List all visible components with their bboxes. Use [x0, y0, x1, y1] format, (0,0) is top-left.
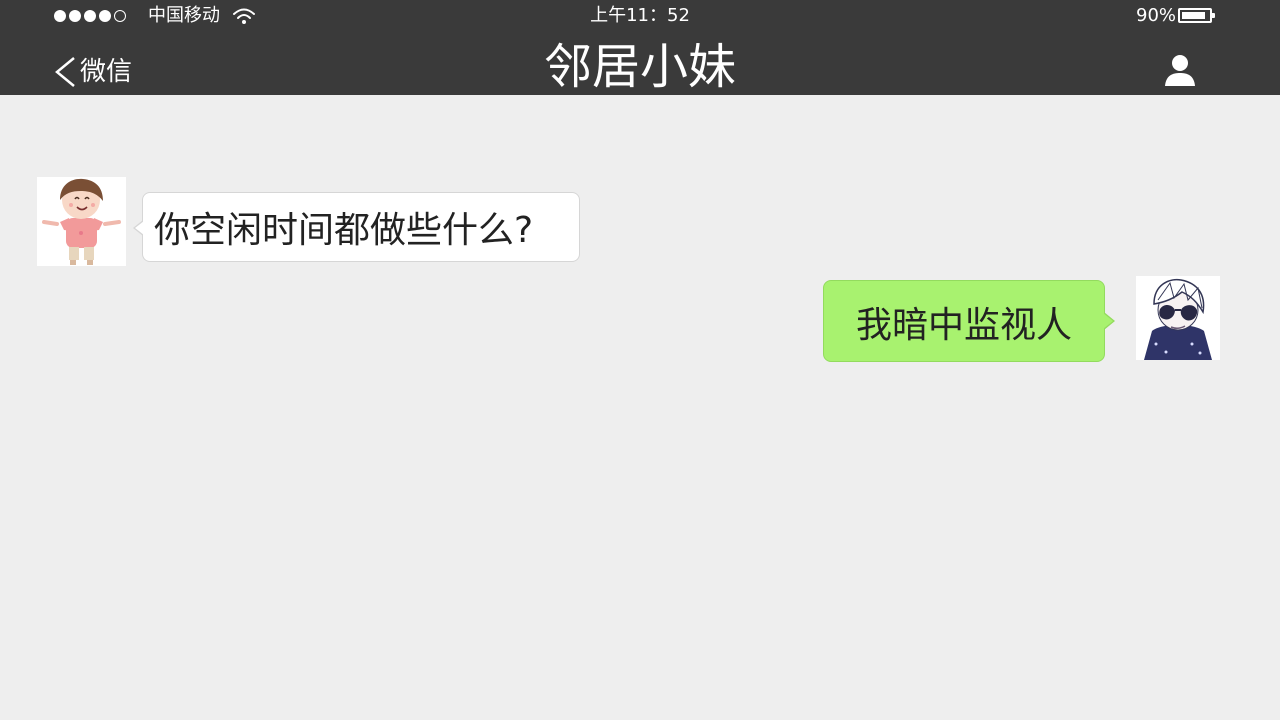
incoming-message-text: 你空闲时间都做些什么? — [154, 210, 534, 251]
user-avatar[interactable] — [1136, 276, 1220, 360]
battery-icon — [1178, 8, 1215, 23]
outgoing-message-bubble[interactable]: 我暗中监视人 — [823, 280, 1115, 362]
status-time: 上午11：52 — [590, 5, 690, 26]
person-icon[interactable] — [1162, 52, 1198, 88]
chat-area[interactable]: 你空闲时间都做些什么? 我暗中监视人 — [0, 95, 1280, 720]
battery-percentage: 90% — [1136, 5, 1177, 26]
chat-title: 邻居小妹 — [543, 39, 736, 95]
incoming-message-bubble[interactable]: 你空闲时间都做些什么? — [133, 192, 580, 262]
sunglasses-avatar-illustration — [1136, 276, 1220, 360]
girl-avatar-illustration — [37, 177, 126, 266]
battery-level-fill — [1182, 12, 1205, 19]
top-bar: 中国移动 上午11：52 90% 微信 邻居小妹 — [0, 0, 1280, 95]
contact-avatar[interactable] — [37, 177, 126, 266]
outgoing-message-text: 我暗中监视人 — [855, 305, 1072, 346]
